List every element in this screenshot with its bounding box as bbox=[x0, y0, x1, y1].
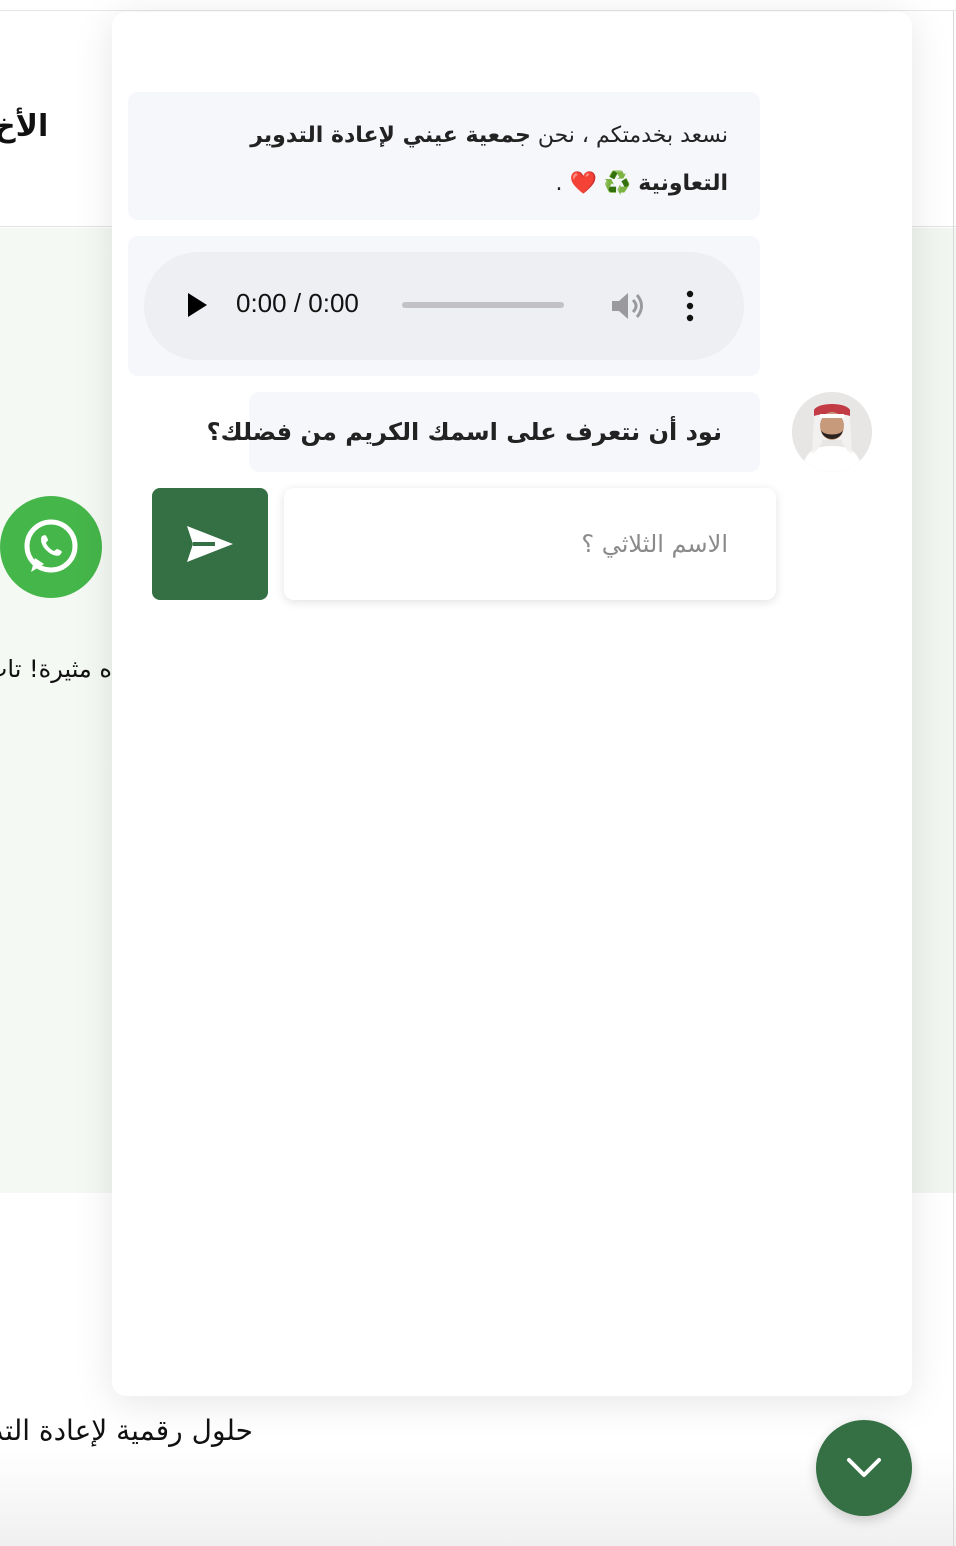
audio-time: 0:00 / 0:00 bbox=[236, 288, 359, 318]
bottom-fade bbox=[0, 1450, 956, 1546]
welcome-message: نسعد بخدمتكم ، نحن جمعية عيني لإعادة الت… bbox=[128, 92, 760, 220]
audio-progress-slider[interactable] bbox=[402, 302, 564, 308]
welcome-intro: نسعد بخدمتكم ، نحن bbox=[537, 123, 728, 148]
play-icon[interactable] bbox=[186, 292, 208, 318]
chat-panel: نسعد بخدمتكم ، نحن جمعية عيني لإعادة الت… bbox=[112, 12, 912, 1396]
agent-avatar bbox=[792, 392, 872, 472]
avatar-image bbox=[792, 392, 872, 472]
chevron-down-icon bbox=[847, 1458, 881, 1477]
volume-icon[interactable] bbox=[610, 290, 644, 322]
header-title: الأخ bbox=[0, 109, 49, 144]
promo-text: ه مثيرة! تاب اليوم bbox=[0, 655, 112, 683]
send-icon bbox=[187, 526, 233, 562]
audio-player[interactable]: 0:00 / 0:00 bbox=[144, 252, 744, 360]
welcome-emoji: ♻️ ❤️ . bbox=[555, 171, 632, 196]
collapse-chat-button[interactable] bbox=[816, 1420, 912, 1516]
question-message: نود أن نتعرف على اسمك الكريم من فضلك؟ bbox=[207, 392, 760, 472]
footer-text: حلول رقمية لإعادة التدوير bbox=[0, 1414, 253, 1447]
send-button[interactable] bbox=[152, 488, 268, 600]
whatsapp-icon bbox=[24, 519, 78, 573]
whatsapp-button[interactable] bbox=[0, 496, 102, 598]
page: الأخ ه مثيرة! تاب اليوم حلول رقمية لإعاد… bbox=[0, 0, 956, 1546]
full-name-input[interactable] bbox=[284, 488, 776, 600]
audio-message: 0:00 / 0:00 bbox=[128, 236, 760, 376]
more-options-icon[interactable] bbox=[682, 290, 698, 322]
scroll-edge bbox=[953, 11, 954, 1546]
